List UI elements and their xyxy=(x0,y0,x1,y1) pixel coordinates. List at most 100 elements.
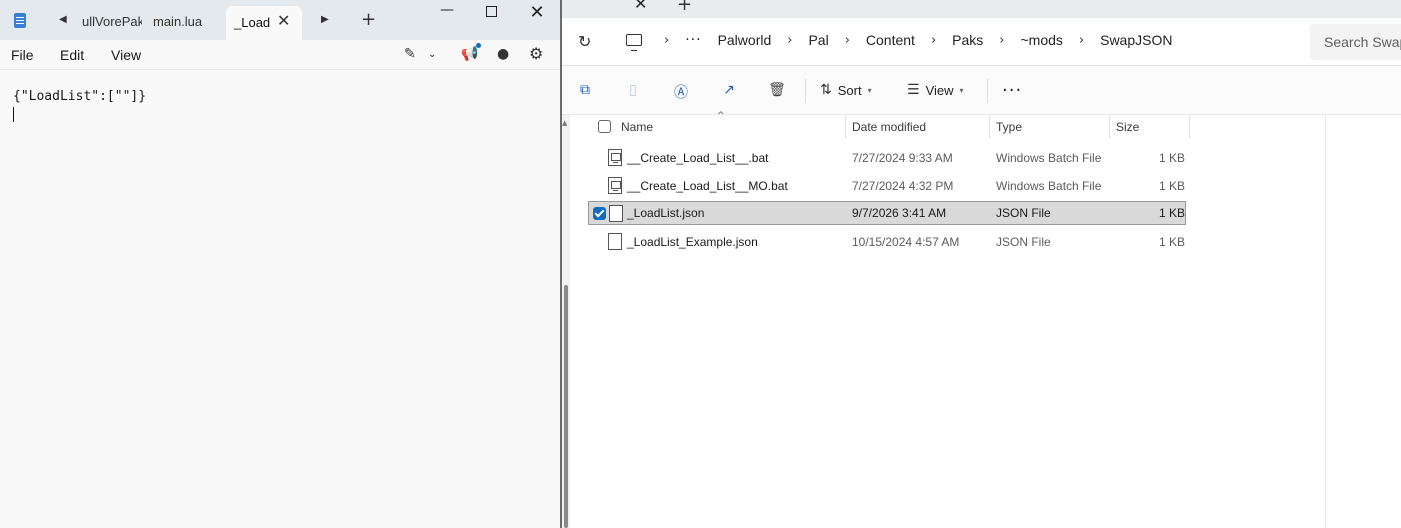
view-label: View xyxy=(925,82,954,98)
file-date: 7/27/2024 4:32 PM xyxy=(852,179,954,193)
breadcrumb[interactable]: › ··· Palworld › Pal › Content › Paks › … xyxy=(626,32,1172,51)
tab-loadlist-active[interactable]: _Load ✕ xyxy=(226,6,302,40)
select-all-checkbox[interactable] xyxy=(598,120,611,133)
file-date: 7/27/2024 9:33 AM xyxy=(852,151,953,165)
search-input[interactable]: Search Swap xyxy=(1310,24,1401,60)
column-divider[interactable] xyxy=(989,115,990,139)
explorer-tab-bar: ✕ + xyxy=(562,0,1401,18)
menu-view[interactable]: View xyxy=(111,47,141,63)
chevron-down-icon: ▾ xyxy=(867,85,872,95)
file-date: 9/7/2026 3:41 AM xyxy=(852,206,947,220)
column-date-modified[interactable]: Date modified xyxy=(852,120,926,134)
copy-icon[interactable]: ⧉ xyxy=(576,82,594,100)
details-pane-divider xyxy=(1325,115,1326,528)
file-list: ▲ Name ^ Date modified Type Size __Creat… xyxy=(562,111,1401,528)
chevron-down-icon: ▾ xyxy=(959,85,964,95)
column-name[interactable]: Name xyxy=(621,120,653,134)
chevron-right-icon[interactable]: › xyxy=(845,33,850,48)
sort-button[interactable]: ⇅ Sort ▾ xyxy=(820,82,872,98)
tab-main-lua[interactable]: main.lua xyxy=(153,14,202,29)
file-name: _LoadList.json xyxy=(627,206,705,220)
column-divider[interactable] xyxy=(845,115,846,139)
breadcrumb-item[interactable]: Content xyxy=(866,32,915,48)
tab-scroll-right-icon[interactable]: ▶ xyxy=(321,14,329,25)
json-file-icon xyxy=(609,205,623,222)
notification-dot xyxy=(476,43,481,48)
chevron-right-icon[interactable]: › xyxy=(787,33,792,48)
view-icon: ☰ xyxy=(907,82,920,98)
more-crumbs-icon[interactable]: ··· xyxy=(685,32,701,48)
file-size: 1 KB xyxy=(1159,235,1186,249)
file-row[interactable]: __Create_Load_List__MO.bat 7/27/2024 4:3… xyxy=(588,174,1186,198)
scrollbar-thumb[interactable] xyxy=(564,285,568,528)
menu-edit[interactable]: Edit xyxy=(60,47,84,63)
close-icon[interactable]: ✕ xyxy=(514,2,560,24)
tab-scroll-left-icon[interactable]: ◀ xyxy=(59,14,67,25)
more-options-icon[interactable]: ··· xyxy=(1002,80,1022,101)
paste-icon[interactable]: ▯ xyxy=(624,82,642,100)
chevron-right-icon[interactable]: › xyxy=(931,33,936,48)
toolbar-divider xyxy=(987,79,988,103)
notepad-title-bar[interactable]: ◀ ullVorePak2 main.lua _Load ✕ ▶ + — ✕ xyxy=(0,0,560,40)
breadcrumb-item[interactable]: Palworld xyxy=(718,32,772,48)
file-type: JSON File xyxy=(996,235,1051,249)
chevron-right-icon[interactable]: › xyxy=(1079,33,1084,48)
file-size: 1 KB xyxy=(1159,179,1186,193)
file-name: _LoadList_Example.json xyxy=(627,235,758,249)
tab-ullvorepak2[interactable]: ullVorePak2 xyxy=(82,14,142,29)
file-row[interactable]: __Create_Load_List__.bat 7/27/2024 9:33 … xyxy=(588,146,1186,170)
batch-file-icon xyxy=(608,177,622,194)
column-size[interactable]: Size xyxy=(1116,120,1139,134)
navigation-pane-scrollbar[interactable]: ▲ xyxy=(562,115,570,528)
minimize-icon[interactable]: — xyxy=(424,2,470,24)
tab-close-icon[interactable]: ✕ xyxy=(634,0,648,13)
active-tab-label: _Load xyxy=(234,15,271,30)
editor-line: {"LoadList":[""]} xyxy=(13,89,147,104)
refresh-icon[interactable]: ↻ xyxy=(578,32,591,51)
toolbar-divider xyxy=(805,79,806,103)
file-size: 1 KB xyxy=(1159,206,1186,220)
share-icon[interactable]: ↗ xyxy=(720,82,738,100)
text-caret xyxy=(13,107,14,122)
new-tab-icon[interactable]: + xyxy=(677,0,692,15)
delete-icon[interactable]: 🗑 xyxy=(768,82,786,100)
chevron-right-icon[interactable]: › xyxy=(999,33,1004,48)
view-button[interactable]: ☰ View ▾ xyxy=(907,82,964,98)
file-name: __Create_Load_List__.bat xyxy=(627,151,769,165)
notepad-window: ◀ ullVorePak2 main.lua _Load ✕ ▶ + — ✕ F… xyxy=(0,0,562,528)
file-type: JSON File xyxy=(996,206,1051,220)
column-header-row: Name ^ Date modified Type Size xyxy=(588,111,1190,139)
chevron-right-icon[interactable]: › xyxy=(664,33,669,48)
file-size: 1 KB xyxy=(1159,151,1186,165)
batch-file-icon xyxy=(608,149,622,166)
text-editor[interactable]: {"LoadList":[""]} xyxy=(0,71,560,528)
notepad-icon xyxy=(14,13,26,28)
breadcrumb-item[interactable]: Pal xyxy=(808,32,828,48)
file-row-selected[interactable]: _LoadList.json 9/7/2026 3:41 AM JSON Fil… xyxy=(588,201,1186,225)
breadcrumb-item[interactable]: ~mods xyxy=(1020,32,1062,48)
breadcrumb-item[interactable]: SwapJSON xyxy=(1100,32,1172,48)
megaphone-icon[interactable]: 📢 xyxy=(461,46,478,62)
column-divider[interactable] xyxy=(1189,115,1190,139)
column-divider[interactable] xyxy=(1109,115,1110,139)
copilot-icon[interactable]: ✎ xyxy=(404,46,416,62)
rename-icon[interactable]: Ⓐ xyxy=(672,82,690,101)
column-type[interactable]: Type xyxy=(996,120,1022,134)
command-bar: ⧉ ▯ Ⓐ ↗ 🗑 ⇅ Sort ▾ ☰ View ▾ ··· xyxy=(562,67,1401,115)
breadcrumb-item[interactable]: Paks xyxy=(952,32,983,48)
account-icon[interactable]: ● xyxy=(497,46,509,62)
file-row[interactable]: _LoadList_Example.json 10/15/2024 4:57 A… xyxy=(588,230,1186,254)
this-pc-icon[interactable] xyxy=(626,34,642,51)
scroll-up-icon[interactable]: ▲ xyxy=(562,119,567,127)
row-checkbox-checked[interactable] xyxy=(593,207,606,220)
settings-icon[interactable]: ⚙ xyxy=(529,44,543,63)
menu-file[interactable]: File xyxy=(11,47,34,63)
chevron-down-icon[interactable]: ⌄ xyxy=(428,49,436,60)
new-tab-icon[interactable]: + xyxy=(361,9,376,30)
file-date: 10/15/2024 4:57 AM xyxy=(852,235,960,249)
tab-close-icon[interactable]: ✕ xyxy=(277,11,290,30)
maximize-icon[interactable] xyxy=(468,2,514,24)
notepad-menu-bar: File Edit View ✎ ⌄ 📢 ● ⚙ xyxy=(0,40,560,70)
sort-label: Sort xyxy=(837,82,862,98)
sort-ascending-icon: ^ xyxy=(717,111,725,121)
